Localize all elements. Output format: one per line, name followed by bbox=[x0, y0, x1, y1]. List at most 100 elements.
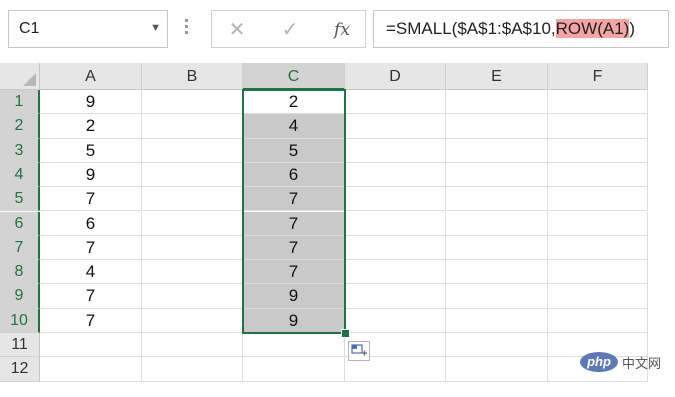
column-header-a[interactable]: A bbox=[40, 63, 142, 90]
cell-c1[interactable]: 2 bbox=[243, 90, 345, 115]
cell-a9[interactable]: 7 bbox=[40, 284, 142, 309]
column-header-b[interactable]: B bbox=[142, 63, 243, 90]
cancel-icon[interactable]: ✕ bbox=[222, 17, 252, 43]
cell-e5[interactable] bbox=[446, 187, 548, 212]
cell-d1[interactable] bbox=[345, 90, 446, 115]
cell-f10[interactable] bbox=[548, 308, 648, 333]
row-header-9[interactable]: 9 bbox=[0, 284, 40, 309]
row-header-11[interactable]: 11 bbox=[0, 333, 40, 358]
cell-a6[interactable]: 6 bbox=[40, 211, 142, 236]
cell-b7[interactable] bbox=[142, 235, 243, 261]
cell-c10[interactable]: 9 bbox=[243, 308, 345, 333]
cell-f8[interactable] bbox=[548, 260, 648, 285]
row-header-8[interactable]: 8 bbox=[0, 260, 40, 285]
row-header-4[interactable]: 4 bbox=[0, 162, 40, 188]
cell-c2[interactable]: 4 bbox=[243, 114, 345, 139]
row-header-7[interactable]: 7 bbox=[0, 235, 40, 261]
cell-a10[interactable]: 7 bbox=[40, 308, 142, 333]
cell-e11[interactable] bbox=[446, 333, 548, 358]
column-header-f[interactable]: F bbox=[548, 63, 648, 90]
cell-b2[interactable] bbox=[142, 114, 243, 139]
cell-b10[interactable] bbox=[142, 308, 243, 333]
check-icon[interactable]: ✓ bbox=[275, 17, 305, 43]
cell-f5[interactable] bbox=[548, 187, 648, 212]
cell-b12[interactable] bbox=[142, 357, 243, 382]
formula-text: =SMALL($A$1:$A$10, bbox=[386, 19, 556, 38]
fill-handle[interactable] bbox=[341, 329, 350, 338]
cell-f9[interactable] bbox=[548, 284, 648, 309]
cell-e8[interactable] bbox=[446, 260, 548, 285]
cell-b9[interactable] bbox=[142, 284, 243, 309]
cell-c8[interactable]: 7 bbox=[243, 260, 345, 285]
cell-f1[interactable] bbox=[548, 90, 648, 115]
php-logo: php bbox=[580, 352, 618, 372]
cell-d6[interactable] bbox=[345, 211, 446, 236]
row-header-1[interactable]: 1 bbox=[0, 90, 40, 115]
cell-a3[interactable]: 5 bbox=[40, 138, 142, 163]
cell-a8[interactable]: 4 bbox=[40, 260, 142, 285]
cell-e10[interactable] bbox=[446, 308, 548, 333]
cell-b5[interactable] bbox=[142, 187, 243, 212]
cell-a2[interactable]: 2 bbox=[40, 114, 142, 139]
row-header-5[interactable]: 5 bbox=[0, 187, 40, 212]
formula-input[interactable]: =SMALL($A$1:$A$10,ROW(A1)) bbox=[373, 10, 669, 48]
insert-function-icon[interactable]: fx bbox=[327, 17, 357, 43]
cell-b8[interactable] bbox=[142, 260, 243, 285]
cell-d8[interactable] bbox=[345, 260, 446, 285]
cell-f6[interactable] bbox=[548, 211, 648, 236]
cell-b11[interactable] bbox=[142, 333, 243, 358]
cell-a1[interactable]: 9 bbox=[40, 90, 142, 115]
cell-a11[interactable] bbox=[40, 333, 142, 358]
row-header-10[interactable]: 10 bbox=[0, 308, 40, 333]
drag-handle-icon[interactable] bbox=[183, 16, 189, 42]
cell-d7[interactable] bbox=[345, 235, 446, 261]
cell-f2[interactable] bbox=[548, 114, 648, 139]
row-header-3[interactable]: 3 bbox=[0, 138, 40, 163]
cell-c7[interactable]: 7 bbox=[243, 235, 345, 261]
cell-e12[interactable] bbox=[446, 357, 548, 382]
column-header-d[interactable]: D bbox=[345, 63, 446, 90]
cell-a5[interactable]: 7 bbox=[40, 187, 142, 212]
select-all-button[interactable] bbox=[0, 63, 40, 90]
cell-c6[interactable]: 7 bbox=[243, 211, 345, 236]
cell-d9[interactable] bbox=[345, 284, 446, 309]
cell-f4[interactable] bbox=[548, 162, 648, 188]
cell-d3[interactable] bbox=[345, 138, 446, 163]
row-header-12[interactable]: 12 bbox=[0, 357, 40, 382]
chevron-down-icon[interactable]: ▼ bbox=[150, 22, 161, 34]
formula-buttons: ✕ ✓ fx bbox=[211, 10, 366, 48]
cell-b6[interactable] bbox=[142, 211, 243, 236]
cell-e1[interactable] bbox=[446, 90, 548, 115]
cell-b3[interactable] bbox=[142, 138, 243, 163]
cell-d5[interactable] bbox=[345, 187, 446, 212]
column-header-e[interactable]: E bbox=[446, 63, 548, 90]
cell-c3[interactable]: 5 bbox=[243, 138, 345, 163]
watermark-text: 中文网 bbox=[622, 355, 662, 371]
cell-f7[interactable] bbox=[548, 235, 648, 261]
cell-d2[interactable] bbox=[345, 114, 446, 139]
quick-analysis-icon[interactable] bbox=[348, 341, 370, 361]
cell-e7[interactable] bbox=[446, 235, 548, 261]
cell-e6[interactable] bbox=[446, 211, 548, 236]
cell-c4[interactable]: 6 bbox=[243, 162, 345, 188]
cell-c5[interactable]: 7 bbox=[243, 187, 345, 212]
row-header-2[interactable]: 2 bbox=[0, 114, 40, 139]
cell-c9[interactable]: 9 bbox=[243, 284, 345, 309]
cell-b4[interactable] bbox=[142, 162, 243, 188]
cell-e9[interactable] bbox=[446, 284, 548, 309]
cell-a4[interactable]: 9 bbox=[40, 162, 142, 188]
cell-d4[interactable] bbox=[345, 162, 446, 188]
cell-f3[interactable] bbox=[548, 138, 648, 163]
cell-e3[interactable] bbox=[446, 138, 548, 163]
cell-c12[interactable] bbox=[243, 357, 345, 382]
row-header-6[interactable]: 6 bbox=[0, 211, 40, 236]
name-box[interactable]: C1 ▼ bbox=[8, 10, 168, 48]
cell-b1[interactable] bbox=[142, 90, 243, 115]
cell-d10[interactable] bbox=[345, 308, 446, 333]
cell-e2[interactable] bbox=[446, 114, 548, 139]
cell-a12[interactable] bbox=[40, 357, 142, 382]
cell-c11[interactable] bbox=[243, 333, 345, 358]
column-header-c[interactable]: C bbox=[243, 63, 345, 90]
cell-e4[interactable] bbox=[446, 162, 548, 188]
cell-a7[interactable]: 7 bbox=[40, 235, 142, 261]
